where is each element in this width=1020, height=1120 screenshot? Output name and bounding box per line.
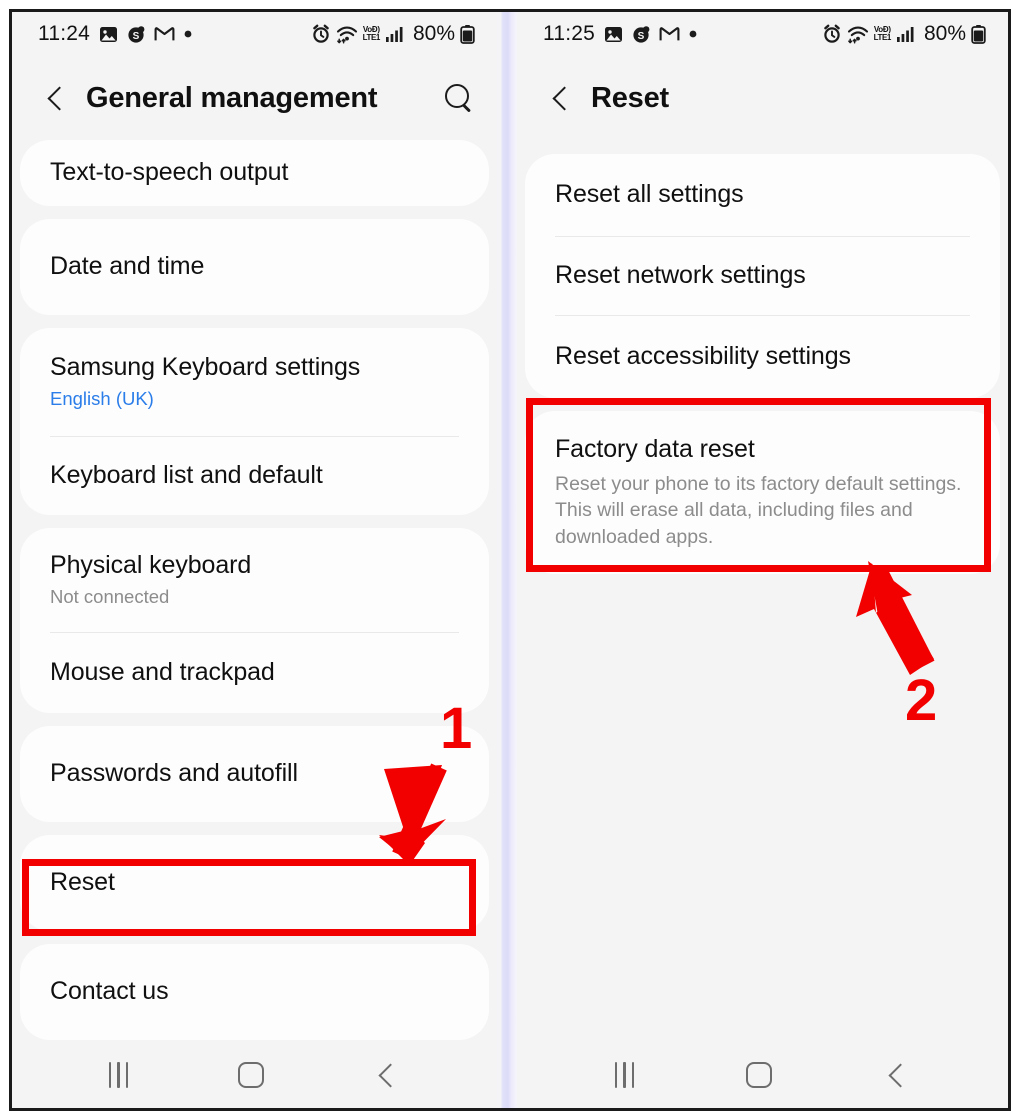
recents-icon[interactable] — [614, 1062, 635, 1088]
right-app-header: Reset — [517, 56, 1008, 140]
home-icon[interactable] — [238, 1062, 265, 1088]
list-item-label: Passwords and autofill — [50, 759, 298, 788]
right-navigation-bar — [517, 1042, 1008, 1108]
status-bar-left-group: 11:24 S — [38, 22, 192, 46]
search-icon[interactable] — [441, 81, 475, 115]
wifi-icon — [847, 25, 869, 44]
left-status-bar: 11:24 S VoĐ) LTE1 80% — [12, 12, 497, 56]
alarm-icon — [822, 24, 842, 44]
settings-card-reset-options: Reset all settings Reset network setting… — [525, 154, 1000, 398]
left-app-header: General management — [12, 56, 497, 140]
volte-bottom-label: LTE1 — [362, 33, 381, 42]
back-icon[interactable] — [374, 1062, 400, 1088]
battery-percent: 80% — [412, 22, 455, 45]
home-icon[interactable] — [746, 1062, 773, 1088]
list-item-label: Text-to-speech output — [50, 158, 289, 187]
list-item-label: Samsung Keyboard settings — [50, 352, 361, 381]
list-item-passwords-and-autofill[interactable]: Passwords and autofill — [20, 726, 489, 822]
list-item-contact-us[interactable]: Contact us — [20, 944, 489, 1040]
annotation-number-one: 1 — [440, 696, 473, 761]
alarm-icon — [311, 24, 331, 44]
list-item-label: Factory data reset — [555, 435, 755, 463]
list-item-label: Reset accessibility settings — [555, 342, 851, 371]
status-bar-right-group: VoĐ) LTE1 80% — [311, 22, 475, 46]
page-title: General management — [86, 81, 378, 114]
list-item-date-and-time[interactable]: Date and time — [20, 219, 489, 315]
right-settings-list[interactable]: Reset all settings Reset network setting… — [517, 140, 1008, 575]
gmail-icon — [659, 26, 680, 43]
list-item-sublabel: Not connected — [50, 586, 170, 608]
battery-percent: 80% — [923, 22, 966, 45]
list-item-sublabel: English (UK) — [50, 388, 154, 410]
list-item-keyboard-list-and-default[interactable]: Keyboard list and default — [20, 437, 489, 515]
settings-card-reset: Reset — [20, 835, 489, 931]
volte-icon: VoĐ) LTE1 — [362, 26, 381, 42]
settings-card-tts: Text-to-speech output — [20, 140, 489, 206]
settings-card-contact-us: Contact us — [20, 944, 489, 1040]
skype-icon: S — [127, 25, 145, 44]
status-bar-right-group: VoĐ) LTE1 80% — [822, 22, 986, 46]
svg-text:S: S — [638, 31, 645, 42]
dot-icon — [689, 30, 697, 38]
list-item-reset[interactable]: Reset — [20, 835, 489, 931]
annotation-number-two: 2 — [905, 668, 938, 733]
list-item-label: Mouse and trackpad — [50, 658, 275, 687]
list-item-label: Contact us — [50, 977, 169, 1006]
status-time: 11:25 — [543, 22, 595, 45]
back-chevron-icon[interactable] — [42, 83, 72, 113]
volte-icon: VoĐ) LTE1 — [873, 26, 892, 42]
list-item-label: Reset all settings — [555, 180, 744, 209]
list-item-mouse-and-trackpad[interactable]: Mouse and trackpad — [20, 633, 489, 713]
list-item-factory-data-reset[interactable]: Factory data reset Reset your phone to i… — [525, 411, 1000, 574]
settings-card-factory-reset: Factory data reset Reset your phone to i… — [525, 411, 1000, 575]
signal-icon — [385, 25, 405, 43]
skype-icon: S — [632, 25, 650, 44]
list-item-label: Reset network settings — [555, 261, 806, 290]
right-status-bar: 11:25 S VoĐ) LTE1 80% — [517, 12, 1008, 56]
gallery-icon — [604, 25, 623, 44]
screenshot-frame: 11:24 S VoĐ) LTE1 80% General management… — [0, 0, 1020, 1120]
settings-card-input-devices: Physical keyboard Not connected Mouse an… — [20, 528, 489, 713]
wifi-icon — [336, 25, 358, 44]
recents-icon[interactable] — [108, 1062, 129, 1088]
settings-card-passwords: Passwords and autofill — [20, 726, 489, 822]
left-settings-list[interactable]: Text-to-speech output Date and time Sams… — [12, 140, 497, 1040]
right-phone-screenshot: 11:25 S VoĐ) LTE1 80% Reset Reset all se… — [517, 12, 1008, 1108]
list-item-description: Reset your phone to its factory default … — [555, 472, 962, 548]
dot-icon — [184, 30, 192, 38]
panel-divider — [497, 12, 517, 1108]
signal-icon — [896, 25, 916, 43]
list-item-reset-accessibility-settings[interactable]: Reset accessibility settings — [525, 316, 1000, 398]
list-top-gap — [517, 140, 1008, 154]
settings-card-datetime: Date and time — [20, 219, 489, 315]
battery-icon — [460, 24, 475, 44]
left-phone-screenshot: 11:24 S VoĐ) LTE1 80% General management… — [12, 12, 497, 1108]
page-title: Reset — [591, 81, 669, 114]
back-icon[interactable] — [884, 1062, 910, 1088]
svg-text:S: S — [133, 31, 140, 42]
settings-card-keyboard: Samsung Keyboard settings English (UK) K… — [20, 328, 489, 515]
volte-bottom-label: LTE1 — [873, 33, 892, 42]
list-card-gap — [517, 398, 1008, 411]
list-item-text-to-speech[interactable]: Text-to-speech output — [20, 140, 489, 206]
left-navigation-bar — [12, 1042, 497, 1108]
list-item-label: Reset — [50, 868, 115, 897]
list-item-label: Physical keyboard — [50, 550, 252, 579]
list-item-reset-network-settings[interactable]: Reset network settings — [525, 237, 1000, 315]
gmail-icon — [154, 26, 175, 43]
gallery-icon — [99, 25, 118, 44]
battery-icon — [971, 24, 986, 44]
list-item-physical-keyboard[interactable]: Physical keyboard Not connected — [20, 528, 489, 632]
list-item-label: Keyboard list and default — [50, 461, 323, 490]
status-bar-left-group: 11:25 S — [543, 22, 697, 46]
back-chevron-icon[interactable] — [547, 83, 577, 113]
list-item-samsung-keyboard-settings[interactable]: Samsung Keyboard settings English (UK) — [20, 328, 489, 436]
list-item-reset-all-settings[interactable]: Reset all settings — [525, 154, 1000, 236]
status-time: 11:24 — [38, 22, 90, 45]
list-item-label: Date and time — [50, 252, 205, 281]
